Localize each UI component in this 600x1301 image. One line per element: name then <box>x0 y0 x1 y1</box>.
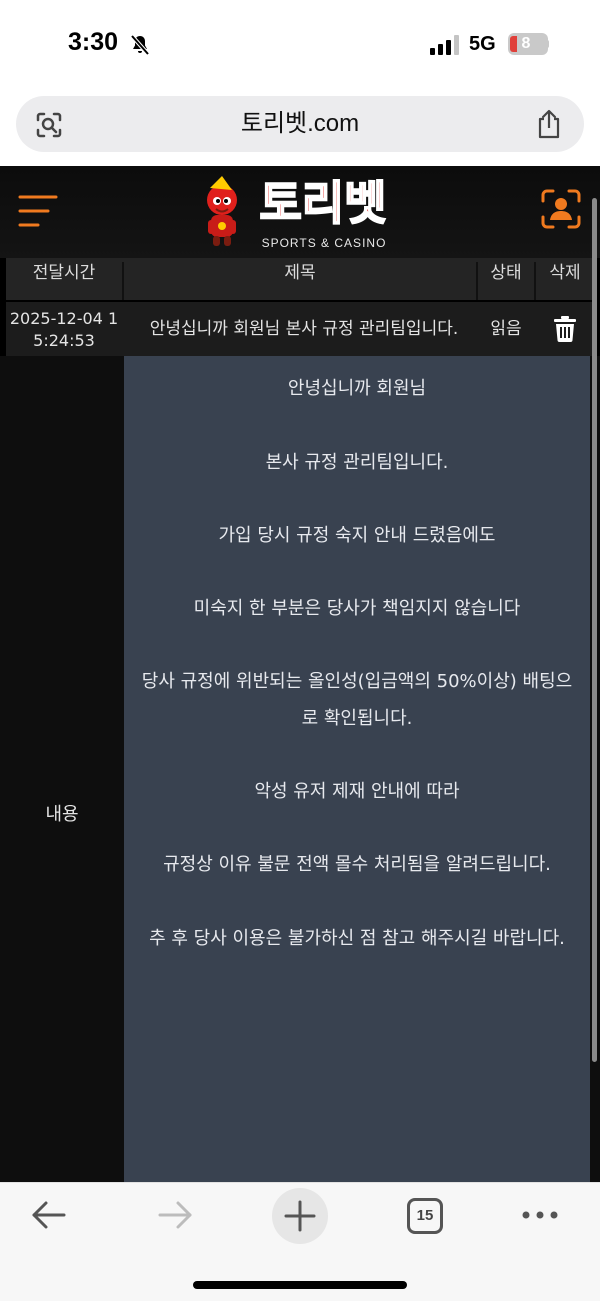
url-text[interactable]: 토리벳.com <box>16 96 584 152</box>
battery-icon: 8 <box>508 33 548 55</box>
plus-icon <box>284 1200 316 1232</box>
status-bar: 3:30 5G 8 <box>0 0 600 88</box>
back-arrow-icon[interactable] <box>30 1198 68 1232</box>
header-date: 전달시간 <box>32 263 96 283</box>
content-label-column <box>0 356 124 1182</box>
scrollbar[interactable] <box>592 198 597 1062</box>
new-tab-button[interactable] <box>272 1188 328 1244</box>
content-label: 내용 <box>45 804 79 825</box>
header-status: 상태 <box>490 263 522 283</box>
address-bar[interactable]: 토리벳.com <box>16 96 584 152</box>
content-line: 로 확인됩니다. <box>301 708 413 729</box>
page-lens-icon[interactable] <box>34 110 64 140</box>
logo-text: 토리벳 <box>259 175 388 231</box>
trash-icon[interactable] <box>554 316 576 342</box>
content-line: 악성 유저 제재 안내에 따라 <box>254 781 460 802</box>
network-type: 5G <box>469 33 496 55</box>
battery-nub <box>545 40 549 48</box>
table-row[interactable]: 2025-12-04 1 5:24:53 안녕십니까 회원님 본사 규정 관리팀… <box>6 302 594 356</box>
home-indicator[interactable] <box>193 1281 407 1289</box>
content-line: 당사 규정에 위반되는 올인성(입금액의 50%이상) 배팅으 <box>141 671 573 692</box>
status-time: 3:30 <box>68 28 119 56</box>
battery-level: 8 <box>521 35 531 52</box>
content-line: 미숙지 한 부분은 당사가 책임지지 않습니다 <box>193 598 521 619</box>
message-title[interactable]: 안녕십니까 회원님 본사 규정 관리팀입니다. <box>130 302 478 356</box>
cellular-signal-icon <box>430 35 459 55</box>
share-icon[interactable] <box>534 108 564 140</box>
content-line: 안녕십니까 회원님 <box>287 378 427 399</box>
message-date: 2025-12-04 1 5:24:53 <box>9 309 119 350</box>
bell-off-icon <box>130 34 150 56</box>
more-options-icon[interactable] <box>520 1208 560 1222</box>
logo-subtitle: SPORTS & CASINO <box>261 236 387 250</box>
content-line: 가입 당시 규정 숙지 안내 드렸음에도 <box>218 525 496 546</box>
content-line: 규정상 이유 불문 전액 몰수 처리됨을 알려드립니다. <box>163 854 551 875</box>
hamburger-menu-icon[interactable] <box>18 193 58 229</box>
forward-arrow-icon[interactable] <box>156 1198 194 1232</box>
user-account-icon[interactable] <box>541 189 581 229</box>
header-title: 제목 <box>284 263 316 283</box>
content-line: 추 후 당사 이용은 불가하신 점 참고 해주시길 바랍니다. <box>149 928 565 949</box>
content-line: 본사 규정 관리팀입니다. <box>265 452 449 473</box>
table-header: 전달시간 제목 상태 삭제 <box>6 258 594 300</box>
header-delete: 삭제 <box>549 263 581 283</box>
tab-switcher-button[interactable]: 15 <box>407 1198 443 1234</box>
message-status: 읽음 <box>490 319 522 339</box>
